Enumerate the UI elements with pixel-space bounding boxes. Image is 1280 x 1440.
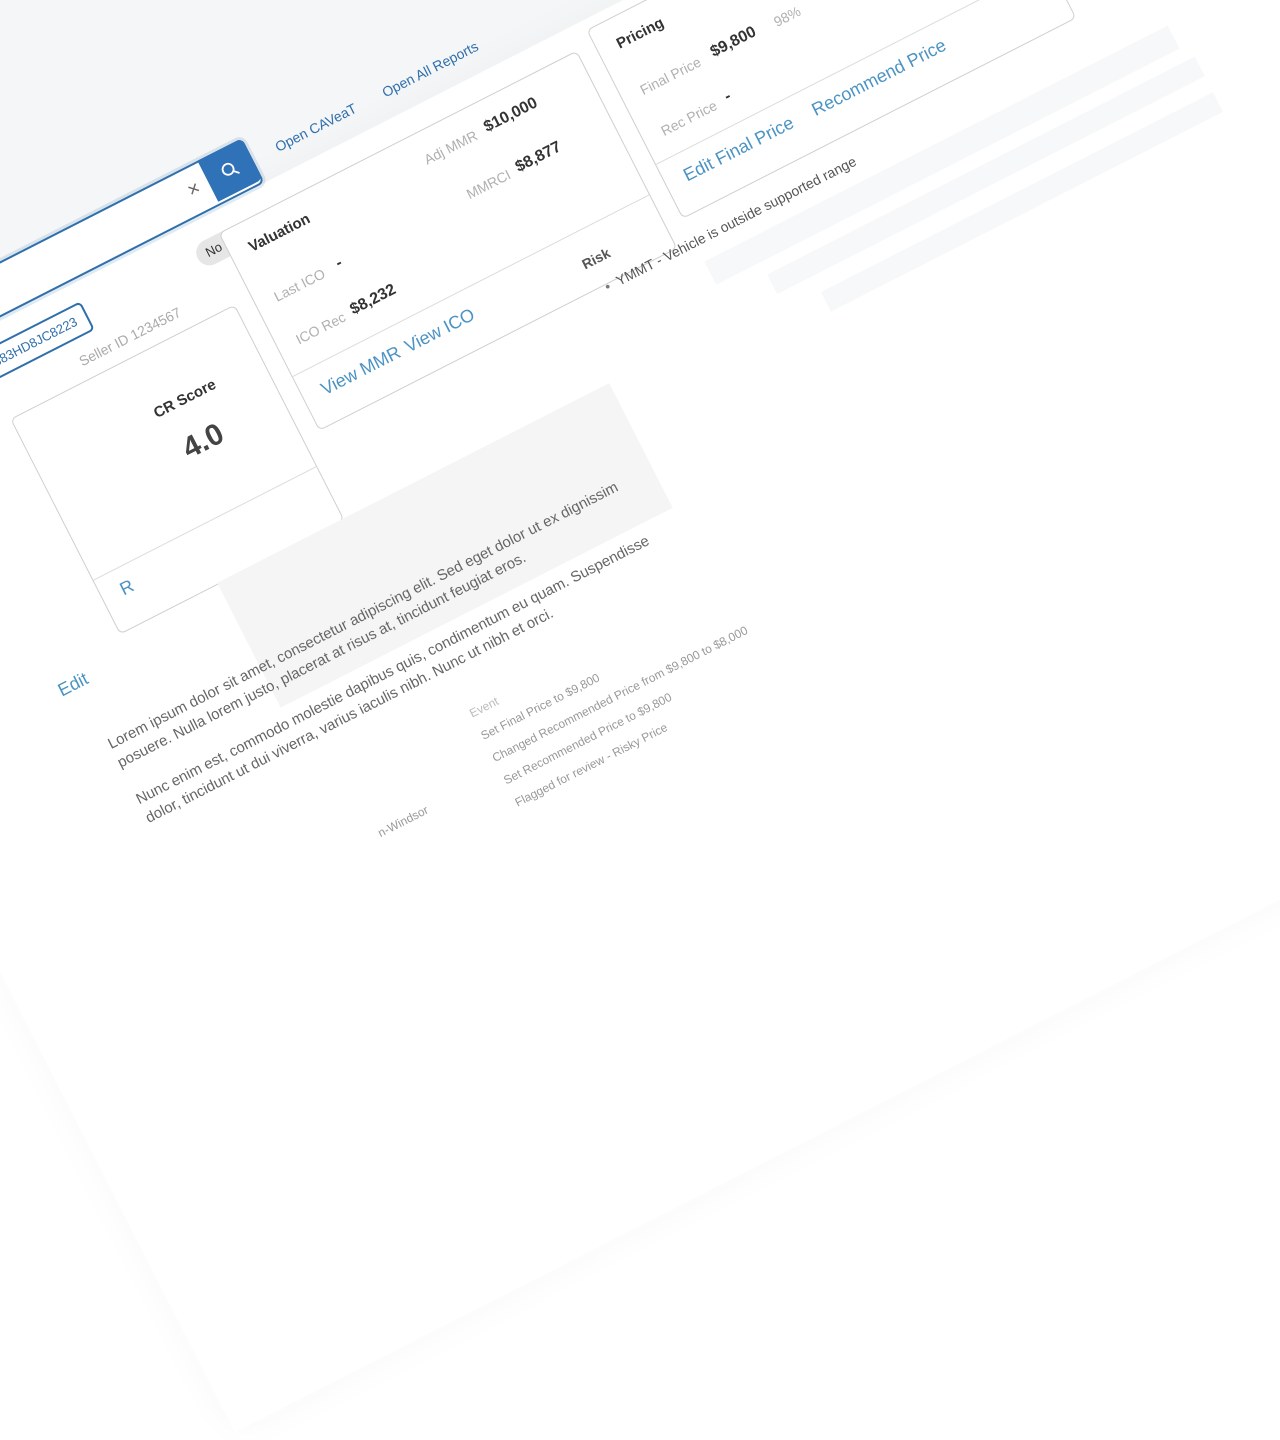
valuation-title: Valuation: [245, 210, 313, 256]
cr-score-title: CR Score: [150, 376, 219, 422]
cr-report-link[interactable]: R: [117, 575, 138, 600]
adj-mmr-value: $10,000: [481, 94, 541, 136]
cr-score-value: 4.0: [177, 417, 230, 466]
pricing-title: Pricing: [613, 14, 667, 53]
last-ico-label: Last ICO: [271, 265, 328, 305]
mmrci-value: $8,877: [512, 138, 565, 176]
mmrci-label: MMRCI: [463, 166, 514, 203]
final-price-percent: 98%: [770, 2, 804, 30]
rec-price-value: -: [721, 87, 734, 106]
adj-mmr-label: Adj MMR: [421, 127, 480, 168]
view-ico-link[interactable]: View ICO: [401, 304, 478, 357]
last-ico-value: -: [332, 254, 346, 272]
ico-rec-value: $8,232: [347, 281, 399, 319]
view-mmr-link[interactable]: View MMR: [318, 342, 405, 400]
final-price-label: Final Price: [637, 53, 704, 98]
final-price-value: $9,800: [707, 23, 760, 61]
rotated-page: × Open CAVeaT Open All Reports 1FTE7383H…: [0, 0, 1280, 1433]
search-icon: [221, 162, 240, 176]
rec-price-label: Rec Price: [658, 97, 720, 139]
ico-rec-label: ICO Rec: [293, 308, 349, 348]
